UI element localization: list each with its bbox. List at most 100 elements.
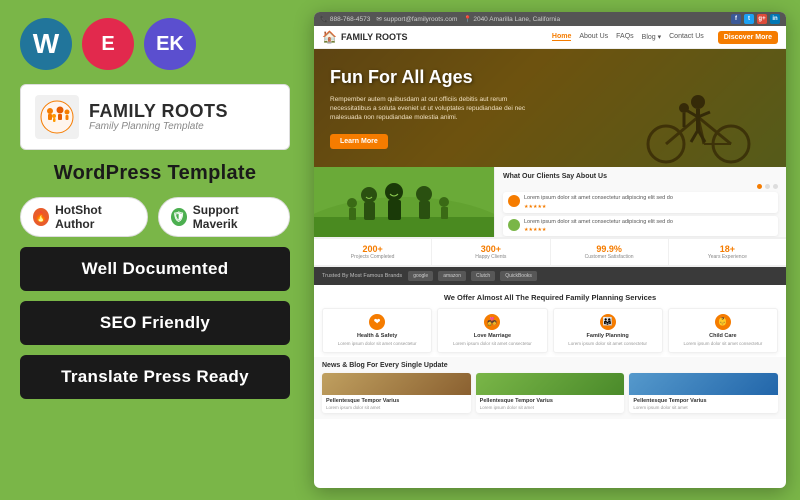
blog-card-title-2: Pellentesque Tempor Varius [480, 398, 621, 404]
stat-number-3: 99.9% [555, 244, 664, 254]
testimonial-dots[interactable] [503, 184, 778, 192]
preview-family-row: What Our Clients Say About Us Lorem ipsu… [314, 167, 786, 237]
stat-label-4: Years Experience [673, 254, 782, 260]
nav-main: 🏠 FAMILY ROOTS Home About Us FAQs Blog ▾… [314, 26, 786, 49]
nav-brand-name: FAMILY ROOTS [341, 32, 408, 42]
preview-services: We Offer Almost All The Required Family … [314, 285, 786, 357]
nav-link-home[interactable]: Home [552, 33, 571, 41]
blog-card-1: Pellentesque Tempor Varius Lorem ipsum d… [322, 373, 471, 413]
right-panel: 📞 888-768-4573 ✉ support@familyroots.com… [310, 0, 800, 500]
brand-subtitle: Family Planning Template [89, 121, 228, 132]
brand-box: FAMILY ROOTS Family Planning Template [20, 84, 290, 150]
dot-3[interactable] [773, 184, 778, 189]
nav-phone: 📞 888-768-4573 [320, 15, 370, 23]
badge-row: 🔥 HotShot Author 🛡 Support Maverik [20, 197, 290, 237]
brand-title: FAMILY ROOTS [89, 102, 228, 122]
blog-card-desc-2: Lorem ipsum dolor sit amet [480, 405, 621, 410]
trusted-logo-quickbooks: QuickBooks [500, 271, 537, 281]
nav-link-faqs[interactable]: FAQs [616, 33, 634, 41]
left-panel: W E EK FAMILY ROOTS Family Planning Temp… [0, 0, 310, 500]
testimonial-avatar-2 [508, 219, 520, 231]
stat-label-2: Happy Clients [436, 254, 545, 260]
service-name-2: Love Marriage [442, 333, 542, 339]
hotshot-badge: 🔥 HotShot Author [20, 197, 148, 237]
hero-cta-btn[interactable]: Learn More [330, 134, 388, 149]
google-plus-icon[interactable]: g+ [757, 14, 767, 24]
testimonials-col: What Our Clients Say About Us Lorem ipsu… [494, 167, 786, 237]
preview-hero: Fun For All Ages Rempember autem quibusd… [314, 49, 786, 167]
elementor-logo: E [82, 18, 134, 70]
hero-title: Fun For All Ages [330, 67, 550, 89]
blog-card-desc-1: Lorem ipsum dolor sit amet [326, 405, 467, 410]
feature-btn-3[interactable]: Translate Press Ready [20, 355, 290, 399]
nav-link-contact[interactable]: Contact Us [669, 33, 704, 41]
blog-title: News & Blog For Every Single Update [322, 362, 778, 369]
service-name-4: Child Care [673, 333, 773, 339]
testimonial-item-1: Lorem ipsum dolor sit amet consectetur a… [503, 192, 778, 213]
stat-label-1: Projects Completed [318, 254, 427, 260]
support-icon: 🛡 [171, 208, 187, 226]
nav-discover-btn[interactable]: Discover More [718, 31, 778, 44]
nav-email: ✉ support@familyroots.com [376, 15, 457, 23]
nav-top-bar: 📞 888-768-4573 ✉ support@familyroots.com… [314, 12, 786, 26]
blog-text-3: Pellentesque Tempor Varius Lorem ipsum d… [629, 395, 778, 413]
testimonial-item-2: Lorem ipsum dolor sit amet consectetur a… [503, 216, 778, 237]
blog-card-2: Pellentesque Tempor Varius Lorem ipsum d… [476, 373, 625, 413]
service-desc-2: Lorem ipsum dolor sit amet consectetur [442, 341, 542, 347]
service-icon-4: 👶 [715, 314, 731, 330]
nav-link-blog[interactable]: Blog ▾ [642, 33, 661, 41]
service-icon-3: 👨‍👩‍👧 [600, 314, 616, 330]
nav-link-about[interactable]: About Us [579, 33, 608, 41]
testimonial-text-2: Lorem ipsum dolor sit amet consectetur a… [524, 219, 673, 234]
facebook-icon[interactable]: f [731, 14, 741, 24]
stat-item-3: 99.9% Customer Satisfaction [551, 239, 669, 265]
stat-label-3: Customer Satisfaction [555, 254, 664, 260]
wordpress-logo: W [20, 18, 72, 70]
service-card-4: 👶 Child Care Lorem ipsum dolor sit amet … [668, 308, 778, 353]
blog-img-2 [476, 373, 625, 395]
preview-wrapper: 📞 888-768-4573 ✉ support@familyroots.com… [314, 12, 786, 488]
trusted-logo-clutch: Clutch [471, 271, 495, 281]
preview-blog: News & Blog For Every Single Update Pell… [314, 357, 786, 419]
hotshot-label: HotShot Author [55, 203, 135, 231]
trusted-logos: google amazon Clutch QuickBooks [408, 271, 537, 281]
testimonials-title: What Our Clients Say About Us [503, 173, 778, 180]
blog-card-desc-3: Lorem ipsum dolor sit amet [633, 405, 774, 410]
family-photo [314, 167, 494, 237]
brand-text-wrap: FAMILY ROOTS Family Planning Template [89, 102, 228, 133]
service-name-1: Health & Safety [327, 333, 427, 339]
blog-card-3: Pellentesque Tempor Varius Lorem ipsum d… [629, 373, 778, 413]
feature-btn-2[interactable]: SEO Friendly [20, 301, 290, 345]
nav-links[interactable]: Home About Us FAQs Blog ▾ Contact Us [552, 33, 704, 41]
hero-silhouette [636, 82, 766, 167]
wp-template-label: WordPress Template [20, 162, 290, 185]
stat-number-4: 18+ [673, 244, 782, 254]
dot-2[interactable] [765, 184, 770, 189]
stat-number-2: 300+ [436, 244, 545, 254]
blog-text-2: Pellentesque Tempor Varius Lorem ipsum d… [476, 395, 625, 413]
nav-brand: 🏠 FAMILY ROOTS [322, 30, 407, 44]
trusted-logo-amazon: amazon [438, 271, 466, 281]
blog-text-1: Pellentesque Tempor Varius Lorem ipsum d… [322, 395, 471, 413]
stat-item-4: 18+ Years Experience [669, 239, 786, 265]
stat-item-2: 300+ Happy Clients [432, 239, 550, 265]
preview-stats: 200+ Projects Completed 300+ Happy Clien… [314, 237, 786, 267]
linkedin-icon[interactable]: in [770, 14, 780, 24]
blog-card-title-3: Pellentesque Tempor Varius [633, 398, 774, 404]
stat-item-1: 200+ Projects Completed [314, 239, 432, 265]
hotshot-icon: 🔥 [33, 208, 49, 226]
hero-text: Rempember autem quibusdam at out officii… [330, 95, 550, 122]
dot-1[interactable] [757, 184, 762, 189]
service-desc-3: Lorem ipsum dolor sit amet consectetur [558, 341, 658, 347]
testimonial-text-1: Lorem ipsum dolor sit amet consectetur a… [524, 195, 673, 210]
service-card-1: ❤ Health & Safety Lorem ipsum dolor sit … [322, 308, 432, 353]
service-desc-1: Lorem ipsum dolor sit amet consectetur [327, 341, 427, 347]
services-title: We Offer Almost All The Required Family … [322, 293, 778, 302]
testimonial-avatar-1 [508, 195, 520, 207]
nav-brand-icon: 🏠 [322, 30, 337, 44]
blog-card-title-1: Pellentesque Tempor Varius [326, 398, 467, 404]
support-badge: 🛡 Support Maverik [158, 197, 290, 237]
blog-img-3 [629, 373, 778, 395]
twitter-icon[interactable]: t [744, 14, 754, 24]
feature-btn-1[interactable]: Well Documented [20, 247, 290, 291]
